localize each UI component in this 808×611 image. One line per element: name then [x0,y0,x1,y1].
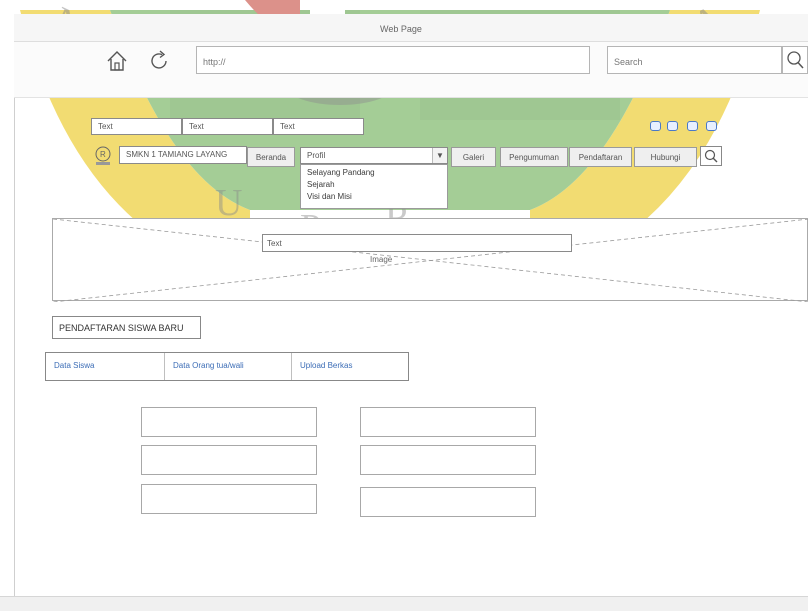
form-field-left-3[interactable] [141,484,317,514]
top-text-box-3: Text [273,118,364,135]
dropdown-item-sejarah[interactable]: Sejarah [307,179,447,191]
nav-hubungi[interactable]: Hubungi [634,147,697,167]
profil-dropdown-menu: Selayang Pandang Sejarah Visi dan Misi [300,164,448,209]
nav-beranda[interactable]: Beranda [247,147,295,167]
social-icon-1[interactable] [650,121,661,131]
form-field-right-3[interactable] [360,487,536,517]
form-field-right-1[interactable] [360,407,536,437]
browser-search-input[interactable]: Search [607,46,782,74]
top-text-box-1: Text [91,118,182,135]
registration-title: PENDAFTARAN SISWA BARU [52,316,201,339]
tab-data-siswa[interactable]: Data Siswa [46,353,164,380]
banner-text-box: Text [262,234,572,252]
nav-pendaftaran[interactable]: Pendaftaran [569,147,632,167]
bottom-bar [0,596,808,611]
form-field-right-2[interactable] [360,445,536,475]
school-name-label: SMKN 1 TAMIANG LAYANG [119,146,247,164]
site-search-button[interactable] [700,146,722,166]
logo-icon: R [92,145,114,167]
dropdown-item-selayang-pandang[interactable]: Selayang Pandang [307,167,447,179]
browser-frame [14,14,808,611]
top-text-box-2: Text [182,118,273,135]
svg-text:R: R [100,150,106,159]
home-icon [107,51,127,71]
reload-button[interactable] [146,48,172,74]
social-icon-4[interactable] [706,121,717,131]
url-input[interactable]: http:// [196,46,590,74]
browser-search-button[interactable] [782,46,808,74]
form-field-left-1[interactable] [141,407,317,437]
nav-galeri[interactable]: Galeri [451,147,496,167]
image-placeholder-cross [52,218,808,303]
form-field-left-2[interactable] [141,445,317,475]
search-icon [704,149,718,163]
social-icon-3[interactable] [687,121,698,131]
social-icon-2[interactable] [667,121,678,131]
banner-image [52,218,808,303]
nav-profil-select[interactable]: Profil [300,147,448,164]
window-title: Web Page [380,24,422,34]
dropdown-item-visi-misi[interactable]: Visi dan Misi [307,191,447,203]
registration-tabs: Data Siswa Data Orang tua/wali Upload Be… [45,352,409,381]
reload-icon [151,50,167,69]
search-icon [787,51,804,69]
chevron-down-icon[interactable]: ▼ [432,148,447,163]
image-label: Image [370,255,393,264]
tab-data-orang-tua[interactable]: Data Orang tua/wali [165,353,291,380]
tab-upload-berkas[interactable]: Upload Berkas [292,353,408,380]
home-button[interactable] [104,48,130,74]
nav-pengumuman[interactable]: Pengumuman [500,147,568,167]
